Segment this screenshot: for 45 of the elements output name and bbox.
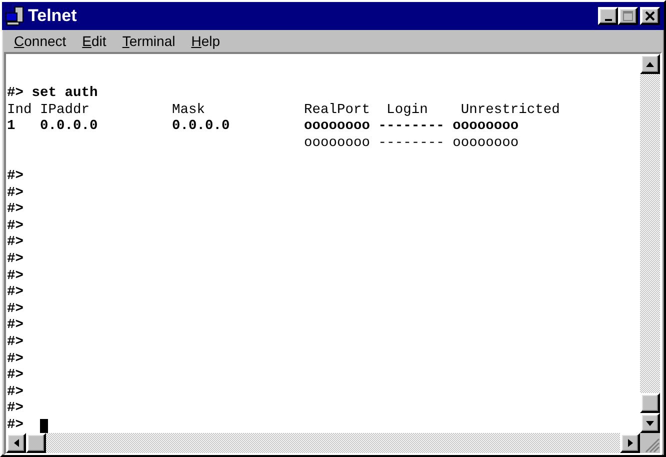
terminal-line: #> xyxy=(7,186,24,202)
terminal-line: #> xyxy=(7,268,24,286)
terminal-line: oooooooo -------- oooooooo xyxy=(303,136,519,152)
terminal-line: #> xyxy=(7,202,24,219)
down-arrow-icon xyxy=(646,420,654,426)
up-arrow-icon xyxy=(646,62,654,66)
close-icon xyxy=(645,11,655,21)
maximize-icon xyxy=(623,11,633,21)
terminal-line: #> xyxy=(7,285,24,302)
right-arrow-icon xyxy=(628,439,632,447)
scroll-down-button[interactable] xyxy=(640,413,660,433)
terminal-line: #> xyxy=(7,418,24,433)
terminal-line: #> xyxy=(7,384,24,402)
terminal-line: #> xyxy=(7,235,24,252)
terminal-line: #> xyxy=(7,168,24,186)
menu-item[interactable]: Connect xyxy=(6,33,74,49)
scroll-thumb[interactable] xyxy=(640,393,660,413)
scroll-thumb[interactable] xyxy=(26,433,46,453)
minimize-button[interactable] xyxy=(598,7,618,25)
menu-item[interactable]: Terminal xyxy=(114,33,184,49)
terminal-line: #> xyxy=(7,334,24,352)
terminal-line: #> xyxy=(7,352,24,368)
scroll-up-button[interactable] xyxy=(640,54,660,74)
horizontal-scrollbar[interactable] xyxy=(6,433,660,453)
terminal-line: #> xyxy=(7,401,24,418)
terminal-line: #> set auth xyxy=(7,86,98,103)
menu-item[interactable]: Help xyxy=(183,33,228,49)
telnet-icon xyxy=(5,6,25,26)
scroll-right-button[interactable] xyxy=(620,433,640,453)
terminal-line: 1 0.0.0.0 0.0.0.0 oooooooo -------- oooooooo xyxy=(7,119,519,136)
window-title: Telnet xyxy=(28,6,78,26)
menu-item[interactable]: Edit xyxy=(74,33,114,49)
resize-grip-icon[interactable] xyxy=(640,433,660,453)
terminal-line: Ind IPaddr Mask RealPort Login Unrestricted xyxy=(7,102,560,120)
vertical-scrollbar[interactable] xyxy=(640,54,660,433)
terminal-line: #> xyxy=(7,252,24,269)
scroll-left-button[interactable] xyxy=(6,433,26,453)
maximize-button[interactable] xyxy=(618,7,638,25)
terminal-line: #> xyxy=(7,368,24,385)
terminal-line: #> xyxy=(7,318,24,335)
left-arrow-icon xyxy=(14,439,18,447)
terminal-line: #> xyxy=(7,218,24,236)
terminal-line: #> xyxy=(7,302,24,318)
minimize-icon xyxy=(604,19,612,21)
close-button[interactable] xyxy=(640,7,660,25)
